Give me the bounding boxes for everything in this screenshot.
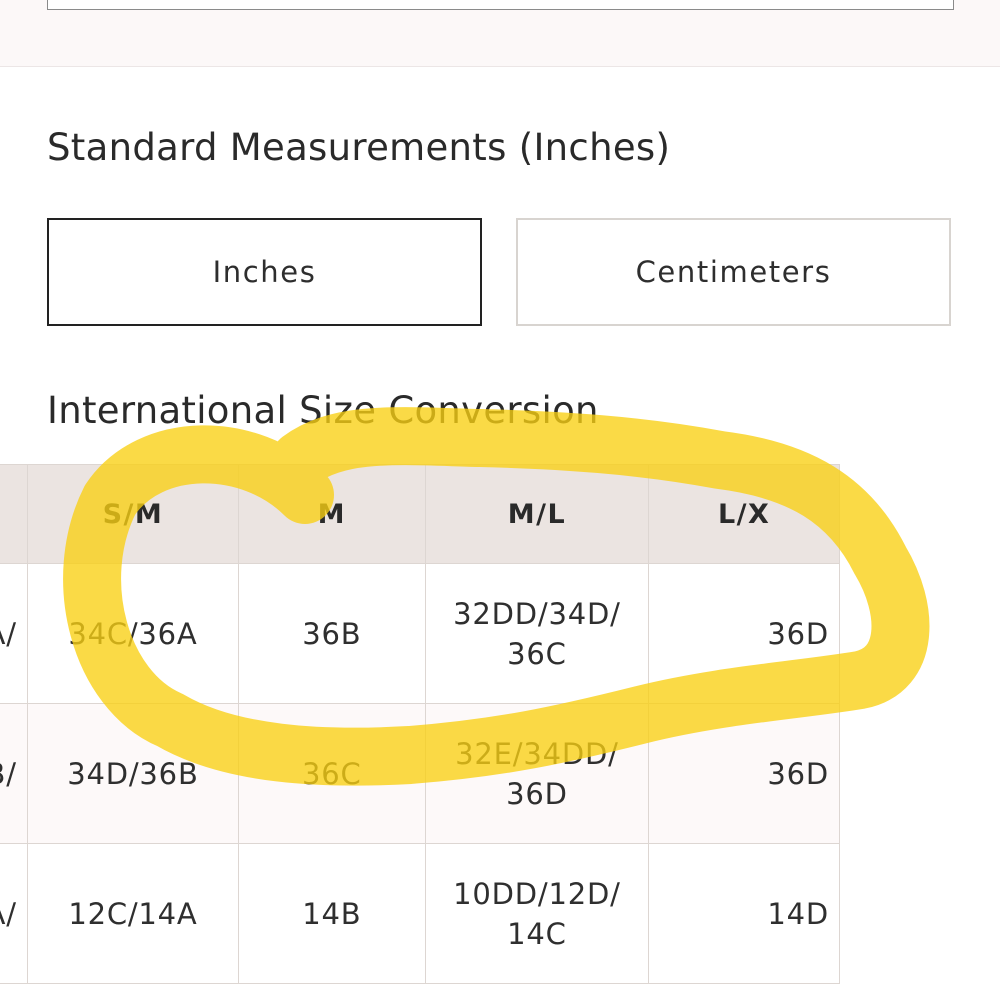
table-cell: 36B <box>238 563 426 704</box>
table-cell: 12C/14A <box>26 843 240 984</box>
table-header-cell <box>0 464 28 564</box>
inches-button[interactable]: Inches <box>47 218 482 326</box>
page: Standard Measurements (Inches) Inches Ce… <box>0 0 1000 1000</box>
table-cell: 10DD/12D/ 14C <box>424 843 650 984</box>
table-cell: 14B <box>238 843 426 984</box>
table-row: 4A/ 34C/36A 36B 32DD/34D/ 36C 36D <box>0 563 840 704</box>
table-cell: 4B/ <box>0 703 28 844</box>
table-header-cell: M/L <box>424 464 650 564</box>
table-header-cell: M <box>238 464 426 564</box>
table-cell: 32DD/34D/ 36C <box>424 563 650 704</box>
table-row: 2A/ 12C/14A 14B 10DD/12D/ 14C 14D <box>0 843 840 984</box>
table-cell: 34C/36A <box>26 563 240 704</box>
table-header-row: S/M M M/L L/X <box>0 464 840 564</box>
standard-measurements-title: Standard Measurements (Inches) <box>47 126 671 169</box>
top-band <box>0 0 1000 67</box>
table-header-cell: L/X <box>648 464 840 564</box>
top-field[interactable] <box>47 0 954 10</box>
table-cell: 32E/34DD/ 36D <box>424 703 650 844</box>
table-cell: 34D/36B <box>26 703 240 844</box>
size-conversion-table: S/M M M/L L/X 4A/ 34C/36A 36B 32DD/34D/ … <box>0 464 840 984</box>
table-cell: 4A/ <box>0 563 28 704</box>
table-cell: 36D <box>648 563 840 704</box>
table-cell: 36D <box>648 703 840 844</box>
centimeters-button[interactable]: Centimeters <box>516 218 951 326</box>
table-row: 4B/ 34D/36B 36C 32E/34DD/ 36D 36D <box>0 703 840 844</box>
international-size-conversion-title: International Size Conversion <box>47 389 599 432</box>
table-cell: 2A/ <box>0 843 28 984</box>
size-table-container[interactable]: S/M M M/L L/X 4A/ 34C/36A 36B 32DD/34D/ … <box>0 464 1000 1000</box>
table-cell: 14D <box>648 843 840 984</box>
table-cell: 36C <box>238 703 426 844</box>
table-header-cell: S/M <box>26 464 240 564</box>
